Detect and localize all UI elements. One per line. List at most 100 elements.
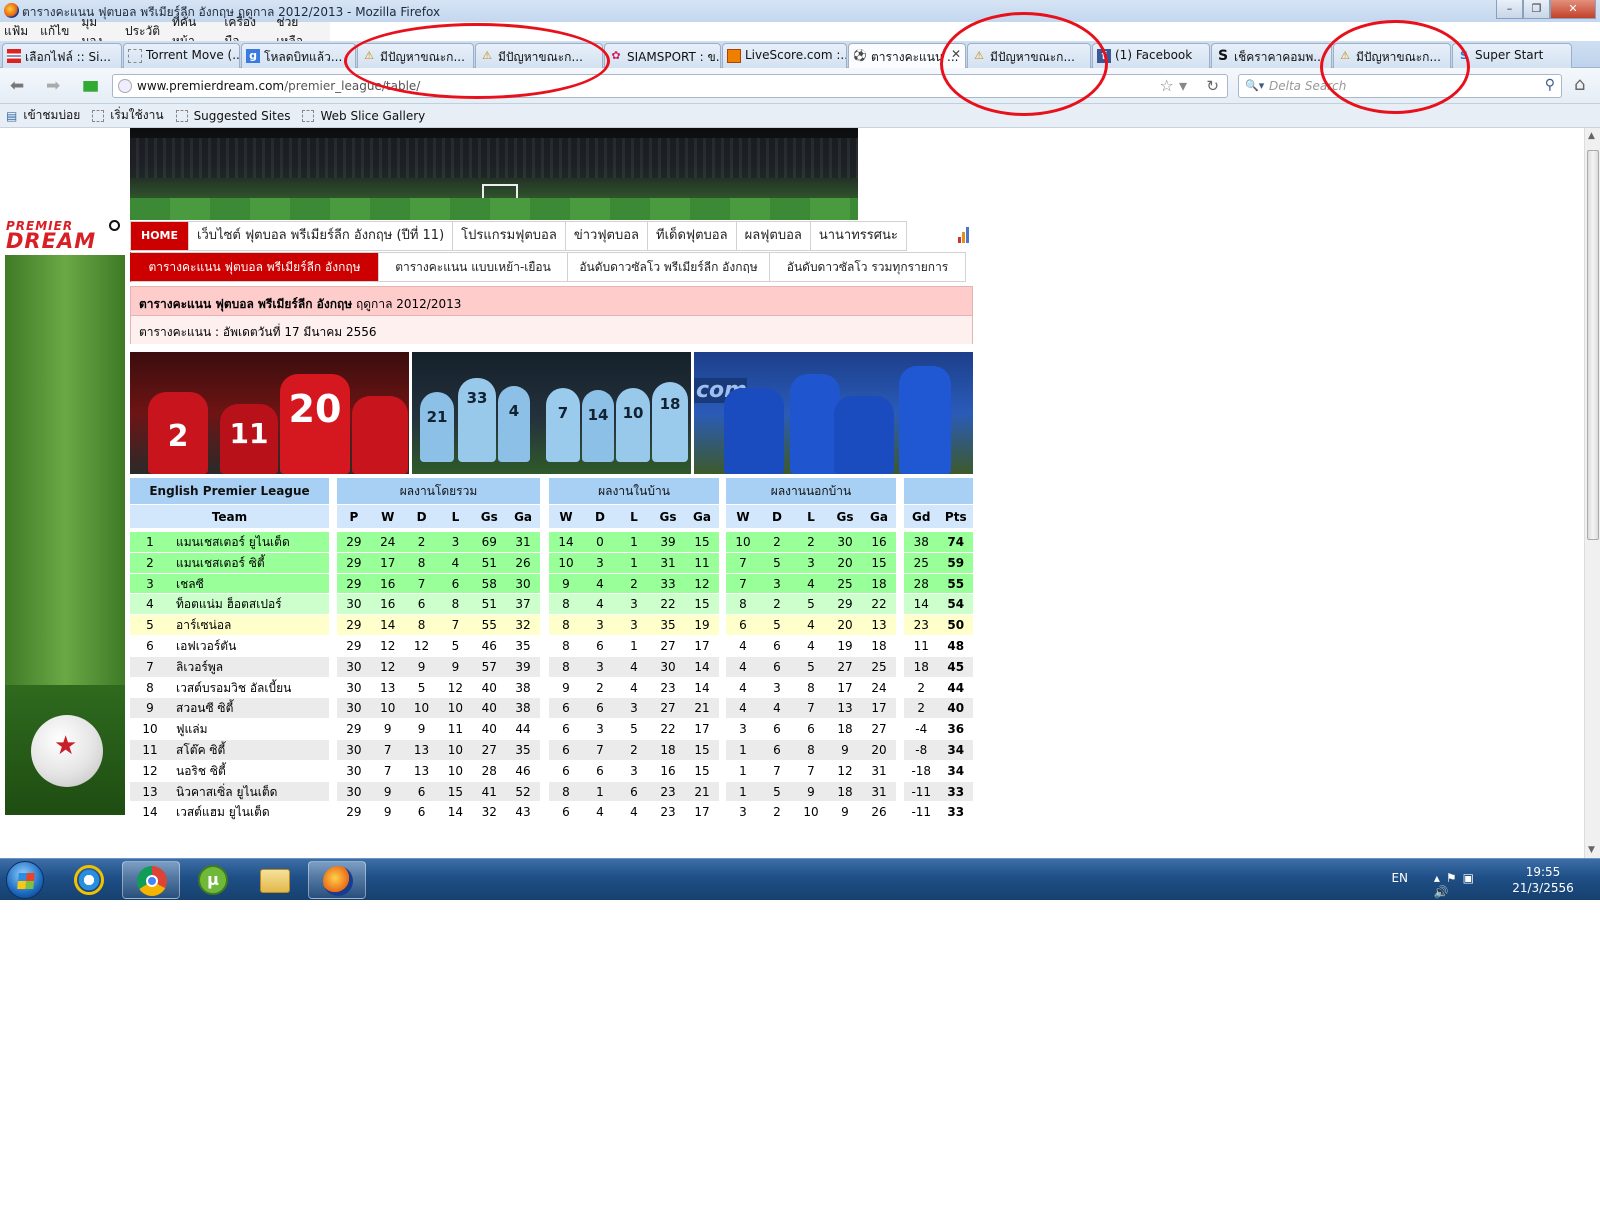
table-cell: 30: [660, 659, 676, 674]
taskbar-firefox[interactable]: [308, 861, 366, 899]
table-row: 12 นอริช ซิตี้: [130, 760, 329, 782]
table-heading-box: ตารางคะแนน ฟุตบอล พรีเมียร์ลีก อังกฤษ ฤด…: [130, 286, 973, 344]
close-window-button[interactable]: ✕: [1550, 0, 1596, 19]
tab-3[interactable]: g โหลดบิทแล้ว...: [241, 43, 356, 68]
tab-4[interactable]: ⚠ มีปัญหาขณะก...: [357, 43, 474, 68]
nav-news[interactable]: ข่าวฟุตบอล: [565, 221, 649, 251]
forward-button-icon[interactable]: ➡: [46, 76, 60, 96]
start-button[interactable]: [6, 861, 44, 899]
table-cell[interactable]: นอริช ซิตี้: [170, 761, 329, 781]
tab-12[interactable]: ⚠ มีปัญหาขณะก...: [1333, 43, 1451, 68]
reload-icon[interactable]: ↻: [1206, 77, 1219, 95]
menu-history[interactable]: ประวัติ: [125, 22, 160, 41]
table-cell: 2: [630, 742, 638, 757]
table-cell[interactable]: นิวคาสเซิ่ล ยูไนเต็ด: [170, 782, 329, 802]
premier-dream-logo[interactable]: PREMIER DREAM: [6, 220, 126, 252]
bookmark-getting-started[interactable]: เริ่มใช้งาน: [92, 106, 164, 125]
subnav-top-scorers-all[interactable]: อันดับดาวซัลโว รวมทุกรายการ: [770, 252, 966, 282]
back-button-icon[interactable]: ⬅: [10, 76, 24, 96]
scroll-up-icon[interactable]: ▲: [1588, 131, 1595, 141]
table-cell: 38: [515, 701, 531, 716]
table-cell: 51: [481, 555, 497, 570]
nav-tips[interactable]: ทีเด็ดฟุตบอล: [648, 221, 737, 251]
table-cell[interactable]: เวสต์บรอมวิช อัลเบี้ยน: [170, 678, 329, 698]
nav-fixtures[interactable]: โปรแกรมฟุตบอล: [453, 221, 566, 251]
tab-9[interactable]: ⚠ มีปัญหาขณะก...: [967, 43, 1091, 68]
table-cell: 6: [451, 576, 460, 591]
maximize-button[interactable]: ❐: [1523, 0, 1550, 19]
table-row: 8 3 4 30 14: [549, 656, 719, 678]
table-cell: 30: [346, 784, 362, 799]
taskbar-ie[interactable]: [60, 861, 118, 899]
tab-1[interactable]: เลือกไฟล์ :: Si...: [2, 43, 122, 68]
table-cell: 3: [630, 763, 638, 778]
tab-13[interactable]: S Super Start: [1452, 43, 1572, 68]
tab-7[interactable]: LiveScore.com :...: [722, 43, 847, 68]
language-indicator[interactable]: EN: [1391, 871, 1408, 885]
nav-results[interactable]: ผลฟุตบอล: [736, 221, 811, 251]
table-cell: 18: [837, 722, 853, 737]
subnav-top-scorers[interactable]: อันดับดาวซัลโว พรีเมียร์ลีก อังกฤษ: [568, 252, 770, 282]
minimize-button[interactable]: –: [1496, 0, 1523, 19]
nav-opinions[interactable]: นานาทรรศนะ: [810, 221, 907, 251]
subnav-home-away[interactable]: ตารางคะแนน แบบเหย้า-เยือน: [379, 252, 568, 282]
scroll-down-icon[interactable]: ▼: [1588, 845, 1595, 855]
home-icon[interactable]: ⌂: [1574, 74, 1585, 95]
table-cell[interactable]: ท็อตแน่ม ฮ็อตสเปอร์: [170, 594, 329, 614]
table-cell: 25: [871, 659, 887, 674]
bookmark-star-icon[interactable]: ☆ ▾: [1160, 76, 1187, 95]
search-bar[interactable]: 🔍▾ Delta Search ⚲: [1238, 74, 1562, 98]
bookmark-web-slice-gallery[interactable]: Web Slice Gallery: [302, 109, 425, 123]
table-cell[interactable]: เวสต์แฮม ยูไนเต็ด: [170, 802, 329, 822]
table-cell: 9: [841, 742, 849, 757]
table-cell[interactable]: แมนเชสเตอร์ ซิตี้: [170, 553, 329, 573]
table-cell: 6: [807, 722, 815, 737]
table-cell[interactable]: อาร์เซน่อล: [170, 615, 329, 635]
table-cell[interactable]: แมนเชสเตอร์ ยูไนเต็ด: [170, 532, 329, 552]
table-cell: 30: [346, 680, 362, 695]
nav-website[interactable]: เว็บไซต์ ฟุตบอล พรีเมียร์ลีก อังกฤษ (ปีท…: [189, 221, 454, 251]
site-identity-icon[interactable]: [118, 79, 132, 93]
taskbar-chrome[interactable]: [122, 861, 180, 899]
table-cell[interactable]: เชลซี: [170, 574, 329, 594]
tab-11[interactable]: S เช็คราคาคอมพ...: [1211, 43, 1332, 68]
table-cell: 6: [773, 659, 781, 674]
bar-chart-icon[interactable]: [958, 227, 972, 243]
soccer-ball-icon: [31, 715, 103, 787]
bookmark-most-visited[interactable]: ▤ เข้าชมบ่อย: [6, 106, 80, 125]
table-cell[interactable]: สวอนซี ซิตี้: [170, 698, 329, 718]
table-cell: 6: [417, 784, 426, 799]
nav-home[interactable]: HOME: [130, 221, 190, 251]
table-cell: 3: [630, 618, 638, 633]
sidebar-ad-image[interactable]: [5, 255, 125, 815]
search-icon[interactable]: ⚲: [1545, 77, 1555, 93]
clock[interactable]: 19:55 21/3/2556: [1506, 864, 1580, 896]
address-bar[interactable]: www.premierdream.com/premier_league/tabl…: [112, 74, 1228, 98]
taskbar-explorer[interactable]: [246, 861, 304, 899]
points-column-group: Gd Pts 38 74 25 59 28 55 14 54 23 50 11 48 18 45 2 44 2 40…: [904, 478, 973, 824]
tab-5[interactable]: ⚠ มีปัญหาขณะก...: [475, 43, 603, 68]
menu-file[interactable]: แฟ้ม: [4, 22, 28, 41]
windows-taskbar: µ EN ▴⚑▣ 🔊 19:55 21/3/2556: [0, 858, 1600, 900]
tab-8-active[interactable]: ⚽ ตารางคะแนน ... ✕: [848, 43, 966, 69]
table-cell[interactable]: สโต๊ค ซิตี้: [170, 740, 329, 760]
tab-6[interactable]: ✿ SIAMSPORT : ข...: [604, 43, 721, 68]
tab-2[interactable]: Torrent Move (...: [123, 43, 240, 68]
table-cell: 7: [739, 555, 747, 570]
table-cell[interactable]: เอฟเวอร์ตัน: [170, 636, 329, 656]
table-cell[interactable]: ฟูแล่ม: [170, 719, 329, 739]
table-cell[interactable]: ลิเวอร์พูล: [170, 657, 329, 677]
table-row: -4 36: [904, 719, 973, 740]
taskbar-utorrent[interactable]: µ: [184, 861, 242, 899]
tray-icons[interactable]: ▴⚑▣ 🔊: [1434, 871, 1480, 899]
subnav-table[interactable]: ตารางคะแนน ฟุตบอล พรีเมียร์ลีก อังกฤษ: [130, 252, 379, 282]
tab-close-icon[interactable]: ✕: [951, 47, 961, 61]
page-scrollbar[interactable]: ▲ ▼: [1584, 128, 1600, 858]
bookmark-suggested-sites[interactable]: Suggested Sites: [175, 109, 290, 123]
table-cell: 50: [947, 618, 965, 633]
scrollbar-thumb[interactable]: [1587, 150, 1599, 540]
menu-edit[interactable]: แก้ไข: [40, 22, 69, 41]
search-engine-icon[interactable]: 🔍▾: [1245, 79, 1264, 92]
tab-10[interactable]: f (1) Facebook: [1092, 43, 1210, 68]
blank-page-icon: [302, 109, 315, 122]
